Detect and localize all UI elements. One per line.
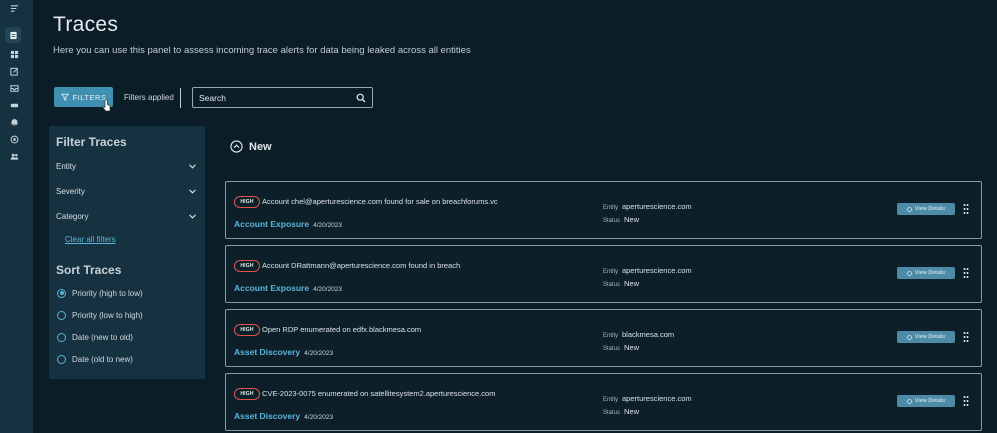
- eye-icon: [907, 398, 912, 404]
- eye-icon: [907, 270, 912, 276]
- radio[interactable]: [57, 310, 66, 320]
- more-options-icon[interactable]: [963, 267, 969, 279]
- reports-icon[interactable]: [6, 64, 22, 78]
- sort-option-label: Priority (low to high): [72, 310, 143, 320]
- trace-type: Account Exposure 4/20/2023: [234, 283, 343, 293]
- view-details-button[interactable]: View Details: [897, 331, 955, 343]
- eye-icon: [907, 334, 912, 340]
- view-details-label: View Details: [914, 270, 946, 276]
- sort-option-date-new-old[interactable]: Date (new to old): [57, 330, 133, 344]
- trace-title: CVE-2023-0075 enumerated on satellitesys…: [262, 389, 496, 398]
- trace-card[interactable]: HIGH CVE-2023-0075 enumerated on satelli…: [225, 373, 982, 431]
- menu-icon[interactable]: [6, 1, 22, 15]
- trace-type: Asset Discovery 4/20/2023: [234, 411, 334, 421]
- page-subtitle: Here you can use this panel to assess in…: [53, 45, 471, 56]
- trace-type: Asset Discovery 4/20/2023: [234, 347, 334, 357]
- trace-card[interactable]: HIGH Account chel@aperturescience.com fo…: [225, 181, 982, 239]
- sort-option-label: Priority (high to low): [72, 288, 143, 298]
- trace-type: Account Exposure 4/20/2023: [234, 219, 343, 229]
- sort-option-label: Date (new to old): [72, 332, 133, 342]
- trace-title: Open RDP enumerated on edfx.blackmesa.co…: [262, 325, 422, 334]
- search-input[interactable]: Search: [192, 87, 373, 108]
- chevron-down-icon: [189, 213, 196, 219]
- more-options-icon[interactable]: [963, 203, 969, 215]
- sort-option-priority-high-low[interactable]: Priority (high to low): [57, 286, 143, 300]
- sort-option-date-old-new[interactable]: Date (old to new): [57, 352, 133, 366]
- trace-title: Account DRattmann@aperturescience.com fo…: [262, 261, 461, 270]
- filter-panel: Filter Traces Entity Severity Category C…: [49, 126, 205, 379]
- radio-selected[interactable]: [57, 288, 66, 298]
- trace-entity: Entity aperturescience.com: [603, 266, 692, 275]
- more-options-icon[interactable]: [963, 331, 969, 343]
- traces-icon[interactable]: [5, 27, 21, 43]
- radio[interactable]: [57, 354, 66, 364]
- view-details-button[interactable]: View Details: [897, 267, 955, 279]
- mouse-cursor-icon: [102, 99, 111, 112]
- clear-filters-link[interactable]: Clear all filters: [65, 235, 116, 244]
- integrations-icon[interactable]: [6, 132, 22, 146]
- view-details-button[interactable]: View Details: [897, 395, 955, 407]
- view-details-button[interactable]: View Details: [897, 203, 955, 215]
- chevron-down-icon: [189, 188, 196, 194]
- filter-icon: [60, 93, 69, 101]
- facet-label: Entity: [56, 161, 77, 171]
- filter-facet-entity[interactable]: Entity: [56, 159, 196, 173]
- page-title: Traces: [53, 13, 119, 36]
- trace-entity: Entity aperturescience.com: [603, 202, 692, 211]
- trace-date: 4/20/2023: [313, 222, 343, 229]
- sidebar-rail: [0, 0, 33, 433]
- eye-icon: [907, 206, 912, 212]
- facet-label: Severity: [56, 186, 85, 196]
- filter-facet-category[interactable]: Category: [56, 209, 196, 223]
- severity-badge: HIGH: [234, 324, 260, 336]
- search-icon[interactable]: [356, 93, 366, 103]
- filters-applied-label: Filters applied: [124, 93, 174, 102]
- section-label: New: [249, 140, 272, 153]
- view-details-label: View Details: [914, 398, 946, 404]
- filter-panel-title: Filter Traces: [56, 135, 127, 149]
- trace-date: 4/20/2023: [304, 350, 334, 357]
- sort-panel-title: Sort Traces: [56, 263, 122, 277]
- trace-status: Status New: [603, 215, 640, 224]
- toolbar-divider: [180, 88, 181, 108]
- users-icon[interactable]: [6, 149, 22, 163]
- more-options-icon[interactable]: [963, 395, 969, 407]
- trace-date: 4/20/2023: [304, 414, 334, 421]
- trace-card[interactable]: HIGH Account DRattmann@aperturescience.c…: [225, 245, 982, 303]
- filter-facet-severity[interactable]: Severity: [56, 184, 196, 198]
- sort-option-label: Date (old to new): [72, 354, 133, 364]
- trace-status: Status New: [603, 343, 640, 352]
- cards-icon[interactable]: [6, 98, 22, 112]
- chevron-down-icon: [189, 163, 196, 169]
- trace-date: 4/20/2023: [313, 286, 343, 293]
- dashboard-icon[interactable]: [6, 47, 22, 61]
- section-new-toggle[interactable]: New: [230, 140, 272, 153]
- facet-label: Category: [56, 211, 89, 221]
- trace-status: Status New: [603, 279, 640, 288]
- radio[interactable]: [57, 332, 66, 342]
- search-placeholder: Search: [199, 92, 226, 103]
- severity-badge: HIGH: [234, 196, 260, 208]
- inbox-icon[interactable]: [6, 81, 22, 95]
- trace-entity: Entity blackmesa.com: [603, 330, 675, 339]
- trace-entity: Entity aperturescience.com: [603, 394, 692, 403]
- severity-badge: HIGH: [234, 388, 260, 400]
- trace-card[interactable]: HIGH Open RDP enumerated on edfx.blackme…: [225, 309, 982, 367]
- severity-badge: HIGH: [234, 260, 260, 272]
- trace-status: Status New: [603, 407, 640, 416]
- chevron-up-circle-icon: [230, 140, 243, 153]
- view-details-label: View Details: [914, 334, 946, 340]
- sort-option-priority-low-high[interactable]: Priority (low to high): [57, 308, 143, 322]
- trace-title: Account chel@aperturescience.com found f…: [262, 197, 498, 206]
- alerts-icon[interactable]: [6, 115, 22, 129]
- view-details-label: View Details: [914, 206, 946, 212]
